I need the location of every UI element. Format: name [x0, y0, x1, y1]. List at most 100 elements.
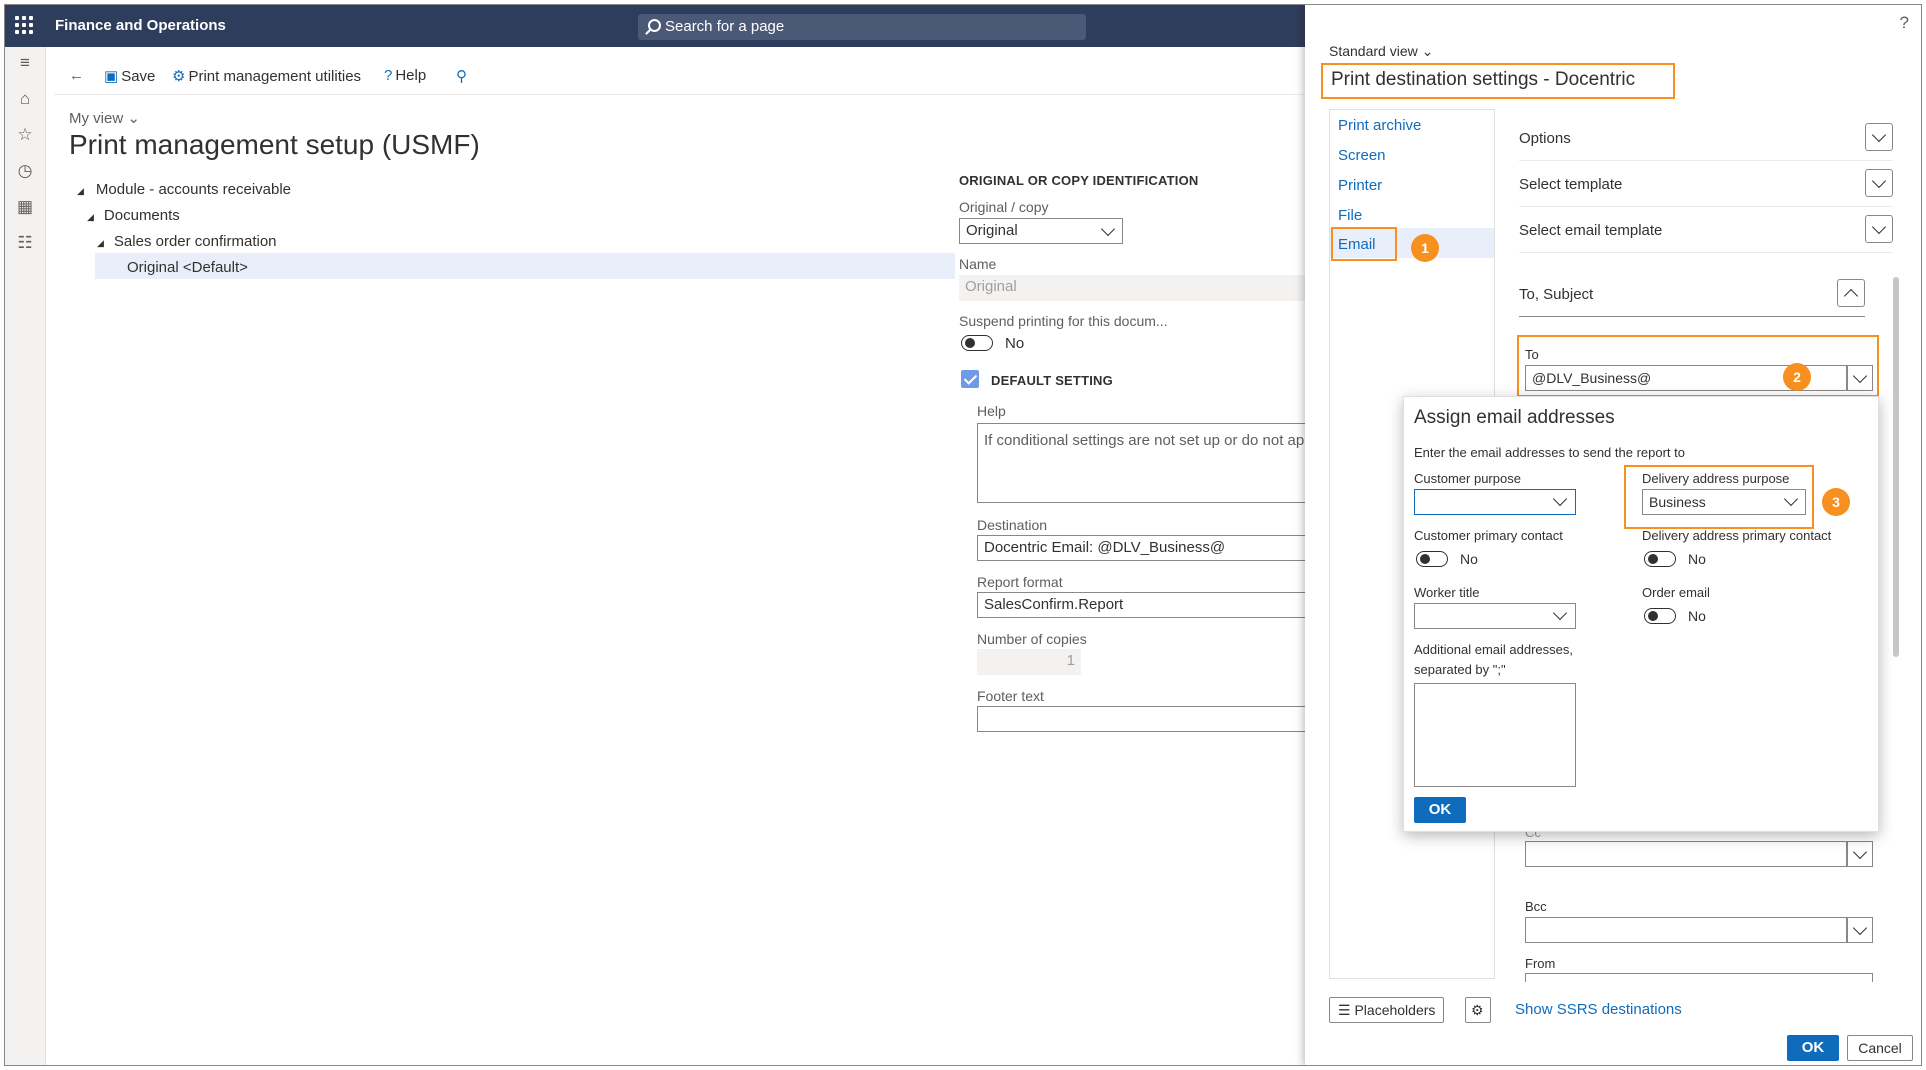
search-placeholder: Search for a page: [665, 18, 785, 35]
page-title: Print management setup (USMF): [69, 129, 480, 160]
nav-item-file[interactable]: File: [1338, 207, 1362, 224]
print-utilities-label: Print management utilities: [188, 68, 362, 85]
chevron-down-icon: [1871, 219, 1887, 235]
app-launcher-icon[interactable]: [13, 14, 35, 36]
collapse-triangle-icon: ◢: [77, 186, 84, 196]
from-input[interactable]: [1525, 973, 1873, 982]
tree-node-module[interactable]: ◢ Module - accounts receivable: [77, 181, 291, 198]
order-email-toggle[interactable]: [1644, 608, 1676, 624]
panel-cancel-button[interactable]: Cancel: [1847, 1035, 1913, 1061]
destination-label: Destination: [977, 517, 1048, 533]
default-setting-checkbox[interactable]: [961, 370, 979, 388]
home-icon[interactable]: ⌂: [15, 89, 35, 109]
expand-button[interactable]: [1865, 169, 1893, 197]
show-ssrs-destinations-link[interactable]: Show SSRS destinations: [1515, 1001, 1682, 1018]
nav-item-printer[interactable]: Printer: [1338, 177, 1382, 194]
suspend-printing-value: No: [1005, 335, 1025, 352]
panel-ok-button[interactable]: OK: [1787, 1035, 1839, 1061]
to-label: To: [1525, 347, 1539, 362]
list-icon: ☰: [1338, 1002, 1355, 1018]
save-label: Save: [121, 68, 156, 85]
help-icon: ?: [384, 67, 393, 84]
customer-purpose-select[interactable]: [1414, 489, 1576, 515]
chevron-down-icon: [1852, 844, 1868, 860]
bcc-input[interactable]: [1525, 917, 1847, 943]
nav-item-print-archive[interactable]: Print archive: [1338, 117, 1421, 134]
destination-field[interactable]: Docentric Email: @DLV_Business@: [977, 535, 1307, 561]
help-button[interactable]: ? Help: [384, 67, 426, 84]
original-copy-label: Original / copy: [959, 199, 1049, 215]
help-label: Help: [395, 67, 427, 84]
settings-gear-button[interactable]: ⚙: [1465, 997, 1491, 1023]
navigation-rail: ≡ ⌂ ☆ ◷ ▦ ☷: [5, 47, 46, 1065]
action-pane: ← ▣ Save ⚙ Print management utilities ? Hel…: [54, 55, 1305, 95]
find-icon[interactable]: ⚲: [456, 67, 470, 85]
help-label: Help: [977, 403, 1006, 419]
report-format-field[interactable]: SalesConfirm.Report: [977, 592, 1307, 618]
save-button[interactable]: ▣ Save: [104, 67, 155, 85]
suspend-printing-label: Suspend printing for this docum...: [959, 313, 1168, 329]
copies-label: Number of copies: [977, 631, 1087, 647]
collapse-triangle-icon: ◢: [87, 212, 94, 222]
search-icon: [648, 19, 661, 32]
placeholders-button[interactable]: ☰ Placeholders: [1329, 997, 1445, 1023]
section-title-original-copy: ORIGINAL OR COPY IDENTIFICATION: [959, 173, 1199, 188]
delivery-contact-value: No: [1688, 551, 1706, 567]
worker-title-select[interactable]: [1414, 603, 1576, 629]
tree-node-documents[interactable]: ◢ Documents: [87, 207, 180, 224]
expand-button[interactable]: [1865, 123, 1893, 151]
back-icon[interactable]: ←: [69, 67, 87, 84]
tree-node-sales-order[interactable]: ◢ Sales order confirmation: [97, 233, 277, 250]
worker-title-label: Worker title: [1414, 585, 1480, 600]
footer-text-label: Footer text: [977, 688, 1044, 704]
print-utilities-button[interactable]: ⚙ Print management utilities: [172, 67, 361, 85]
hamburger-menu-icon[interactable]: ≡: [15, 53, 35, 73]
chevron-up-icon: [1843, 288, 1859, 304]
bcc-dropdown-button[interactable]: [1847, 917, 1873, 943]
search-box[interactable]: Search for a page: [638, 14, 1086, 40]
customer-contact-value: No: [1460, 551, 1478, 567]
cc-input[interactable]: [1525, 841, 1847, 867]
report-format-label: Report format: [977, 574, 1063, 590]
modules-list-icon[interactable]: ☷: [15, 233, 35, 253]
popup-description: Enter the email addresses to send the re…: [1414, 445, 1685, 460]
section-select-email-template[interactable]: Select email template: [1519, 209, 1893, 253]
copies-field: 1: [977, 649, 1081, 675]
save-icon: ▣: [104, 68, 119, 85]
additional-emails-label: Additional email addresses,: [1414, 642, 1573, 657]
order-email-value: No: [1688, 608, 1706, 624]
additional-emails-textarea[interactable]: [1414, 683, 1576, 787]
workspaces-icon[interactable]: ▦: [15, 197, 35, 217]
customer-contact-toggle[interactable]: [1416, 551, 1448, 567]
expand-button[interactable]: [1865, 215, 1893, 243]
suspend-printing-toggle[interactable]: [961, 335, 993, 351]
gear-link-icon: ⚙: [172, 68, 186, 85]
delivery-purpose-select[interactable]: Business: [1642, 489, 1806, 515]
delivery-contact-toggle[interactable]: [1644, 551, 1676, 567]
top-nav-bar: Finance and Operations Search for a page: [5, 5, 1305, 47]
delivery-contact-label: Delivery address primary contact: [1642, 528, 1832, 543]
delivery-purpose-label: Delivery address purpose: [1642, 471, 1790, 486]
to-dropdown-button[interactable]: [1847, 365, 1873, 391]
popup-ok-button[interactable]: OK: [1414, 797, 1466, 823]
tree-node-original-default[interactable]: Original <Default>: [127, 259, 248, 276]
favorites-star-icon[interactable]: ☆: [15, 125, 35, 145]
name-field: Original: [959, 275, 1305, 301]
nav-item-screen[interactable]: Screen: [1338, 147, 1386, 164]
my-view-selector[interactable]: My view ⌄: [69, 109, 140, 127]
order-email-label: Order email: [1642, 585, 1710, 600]
cc-dropdown-button[interactable]: [1847, 841, 1873, 867]
section-options[interactable]: Options: [1519, 117, 1893, 161]
chevron-down-icon: [1871, 173, 1887, 189]
original-copy-select[interactable]: Original: [959, 218, 1123, 244]
recent-clock-icon[interactable]: ◷: [15, 161, 35, 181]
footer-text-field[interactable]: [977, 706, 1307, 732]
collapse-button[interactable]: [1837, 279, 1865, 307]
help-textarea[interactable]: If conditional settings are not set up o…: [977, 423, 1307, 503]
help-question-icon[interactable]: ?: [1900, 13, 1909, 33]
standard-view-selector[interactable]: Standard view ⌄: [1329, 43, 1433, 60]
chevron-down-icon: [1852, 920, 1868, 936]
panel-scrollbar[interactable]: [1893, 277, 1899, 657]
section-select-template[interactable]: Select template: [1519, 163, 1893, 207]
section-to-subject[interactable]: To, Subject: [1519, 273, 1865, 317]
